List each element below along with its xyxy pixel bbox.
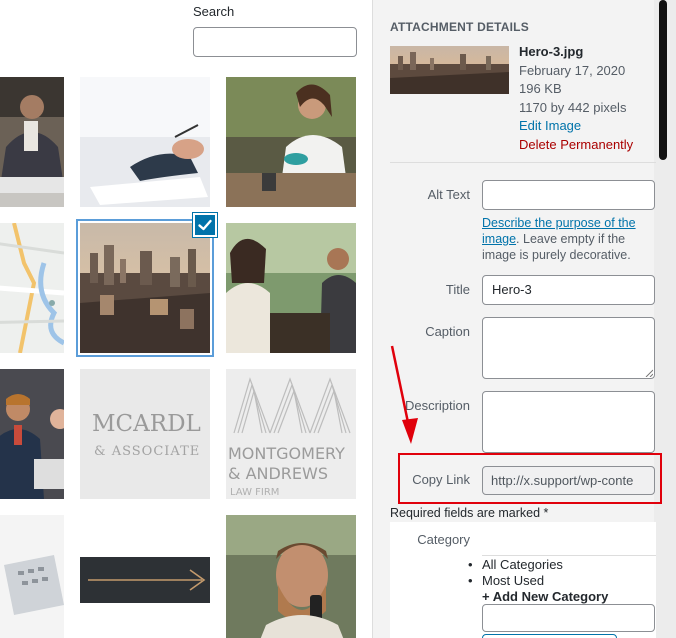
alt-text-label: Alt Text xyxy=(427,187,470,202)
add-new-category-link[interactable]: + Add New Category xyxy=(482,589,608,605)
edit-image-link[interactable]: Edit Image xyxy=(519,117,633,136)
montgomery-logo-image: MONTGOMERY & ANDREWS LAW FIRM xyxy=(226,369,356,499)
scrollbar-thumb[interactable] xyxy=(659,0,667,160)
alt-text-input[interactable] xyxy=(482,180,655,210)
search-label: Search xyxy=(193,4,235,19)
attachment-date: February 17, 2020 xyxy=(519,62,626,78)
meeting-two-image xyxy=(226,223,356,353)
montgomery-text-1: MONTGOMERY xyxy=(228,444,345,463)
attachment-details-heading: Attachment Details xyxy=(390,20,529,34)
tile-arrow-banner[interactable] xyxy=(80,515,210,638)
caption-textarea[interactable] xyxy=(482,317,655,379)
details-divider xyxy=(390,162,656,163)
tile-business-man[interactable] xyxy=(0,77,64,207)
tile-woman-cafe[interactable] xyxy=(226,77,356,207)
tile-map[interactable] xyxy=(0,223,64,353)
description-textarea[interactable] xyxy=(482,391,655,453)
arrow-banner-image xyxy=(80,515,210,638)
tile-office-group[interactable] xyxy=(0,369,64,499)
attachment-dimensions: 1170 by 442 pixels xyxy=(519,99,627,115)
business-man-image xyxy=(0,77,64,207)
caption-label: Caption xyxy=(425,324,470,339)
category-tab-all[interactable]: All Categories xyxy=(468,557,608,573)
mcardle-logo-image: MCARDL & ASSOCIATE xyxy=(80,369,210,499)
new-category-input[interactable] xyxy=(482,604,655,632)
thumbnail-city-image xyxy=(390,46,509,94)
annotation-arrow-icon xyxy=(390,345,418,444)
delete-permanently-link[interactable]: Delete Permanently xyxy=(519,136,633,155)
attachment-filename: Hero-3.jpg xyxy=(519,44,584,59)
tile-hand-pen[interactable] xyxy=(80,77,210,207)
search-input[interactable] xyxy=(193,27,357,57)
tile-hero-city[interactable] xyxy=(80,223,210,353)
attachment-filesize: 196 KB xyxy=(519,81,562,96)
office-group-image xyxy=(0,369,64,499)
bearded-man-image xyxy=(226,515,356,638)
title-label: Title xyxy=(445,282,470,297)
category-tab-most-used[interactable]: Most Used xyxy=(468,573,608,589)
tile-montgomery-logo[interactable]: MONTGOMERY & ANDREWS LAW FIRM xyxy=(226,369,356,499)
mcardle-text-2: & ASSOCIATE xyxy=(94,444,200,459)
montgomery-text-3: LAW FIRM xyxy=(230,487,279,498)
tile-laptop[interactable] xyxy=(0,515,64,638)
tile-bearded-man-phone[interactable] xyxy=(226,515,356,638)
alt-text-help: Describe the purpose of the image. Leave… xyxy=(482,215,654,263)
map-image xyxy=(0,223,64,353)
category-tabs: All Categories Most Used + Add New Categ… xyxy=(468,557,608,605)
title-value: Hero-3 xyxy=(492,282,532,297)
parent-category-select[interactable] xyxy=(482,634,617,638)
montgomery-text-2: & ANDREWS xyxy=(228,464,328,483)
laptop-image xyxy=(0,515,64,638)
hand-pen-image xyxy=(80,77,210,207)
category-label: Category xyxy=(417,532,470,547)
checkmark-icon xyxy=(198,219,212,231)
tile-meeting-two[interactable] xyxy=(226,223,356,353)
copy-link-highlight-box xyxy=(398,453,662,504)
hero-city-image xyxy=(80,223,210,353)
tile-mcardle-logo[interactable]: MCARDL & ASSOCIATE xyxy=(80,369,210,499)
attachment-meta: Hero-3.jpg February 17, 2020 196 KB 1170… xyxy=(519,43,633,154)
required-fields-note: Required fields are marked * xyxy=(390,506,549,520)
attachment-thumbnail xyxy=(390,46,509,94)
woman-cafe-image xyxy=(226,77,356,207)
selected-check-icon[interactable] xyxy=(193,213,217,237)
media-grid-panel: Search MCARDL & ASSOCIATE MONTGOMERY & A… xyxy=(0,0,372,638)
mcardle-text-1: MCARDL xyxy=(92,411,201,437)
category-divider xyxy=(482,555,656,556)
caption-resize-icon[interactable] xyxy=(645,369,653,377)
